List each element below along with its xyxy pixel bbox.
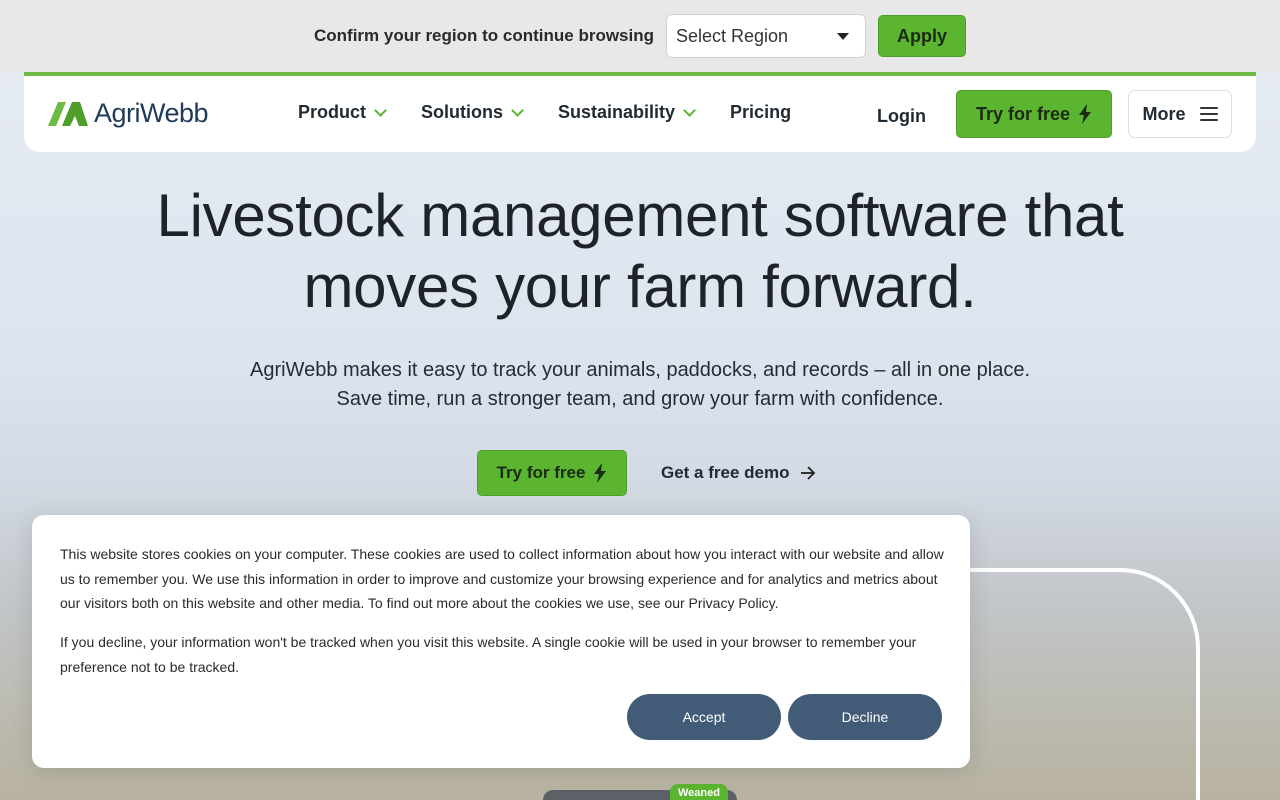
hero-try-for-free-button[interactable]: Try for free <box>477 450 627 496</box>
nav-product-label: Product <box>298 102 367 122</box>
get-demo-link[interactable]: Get a free demo <box>661 463 816 483</box>
hamburger-menu-icon <box>1199 107 1218 121</box>
agriwebb-logo[interactable]: AgriWebb <box>48 98 209 129</box>
hero-title-line2: moves your farm forward. <box>303 253 977 320</box>
arrow-right-icon <box>800 466 815 480</box>
logo-text: AgriWebb <box>94 98 209 128</box>
weaned-badge: Weaned <box>670 784 728 800</box>
nav-sustainability[interactable]: Sustainability <box>558 102 696 123</box>
chevron-down-icon <box>683 104 696 117</box>
login-link[interactable]: Login <box>877 106 926 127</box>
hero-title: Livestock management software that moves… <box>0 180 1280 322</box>
demo-label: Get a free demo <box>661 463 790 482</box>
cookie-accept-button[interactable]: Accept <box>627 694 781 740</box>
region-select[interactable]: Select Region <box>666 14 866 58</box>
apply-button[interactable]: Apply <box>878 15 966 57</box>
hero-sub-line2: Save time, run a stronger team, and grow… <box>336 388 944 410</box>
more-label: More <box>1142 103 1186 124</box>
nav-product[interactable]: Product <box>298 102 387 123</box>
cookie-decline-button[interactable]: Decline <box>788 694 942 740</box>
caret-down-icon <box>837 32 849 40</box>
hero-sub-line1: AgriWebb makes it easy to track your ani… <box>249 359 1031 381</box>
chevron-down-icon <box>511 104 524 117</box>
logo-mark-icon <box>48 101 88 126</box>
try-for-free-label: Try for free <box>975 103 1071 124</box>
nav-pricing-label: Pricing <box>730 102 792 122</box>
region-select-value: Select Region <box>676 25 789 46</box>
lightning-bolt-icon <box>1079 104 1092 124</box>
nav-solutions-label: Solutions <box>421 102 504 122</box>
try-for-free-button[interactable]: Try for free <box>956 90 1112 138</box>
region-bar: Confirm your region to continue browsing… <box>0 0 1280 72</box>
hero-title-line1: Livestock management software that <box>156 182 1124 249</box>
more-menu-button[interactable]: More <box>1128 90 1232 138</box>
site-header: AgriWebb Product Solutions Sustainabilit… <box>24 72 1256 152</box>
cookie-banner: This website stores cookies on your comp… <box>32 515 970 768</box>
nav-solutions[interactable]: Solutions <box>421 102 524 123</box>
cookie-text-2: If you decline, your information won't b… <box>60 634 917 675</box>
nav-pricing[interactable]: Pricing <box>730 102 791 123</box>
hero-cta-row: Try for free Get a free demo <box>477 450 816 496</box>
region-prompt: Confirm your region to continue browsing <box>314 26 654 45</box>
chevron-down-icon <box>374 104 387 117</box>
lightning-bolt-icon <box>594 463 607 483</box>
hero-subtitle: AgriWebb makes it easy to track your ani… <box>0 356 1280 414</box>
cookie-text-1: This website stores cookies on your comp… <box>60 546 944 611</box>
main-nav: Product Solutions Sustainability Pricing <box>298 102 827 123</box>
hero-try-label: Try for free <box>496 463 586 482</box>
nav-sustainability-label: Sustainability <box>558 102 676 122</box>
